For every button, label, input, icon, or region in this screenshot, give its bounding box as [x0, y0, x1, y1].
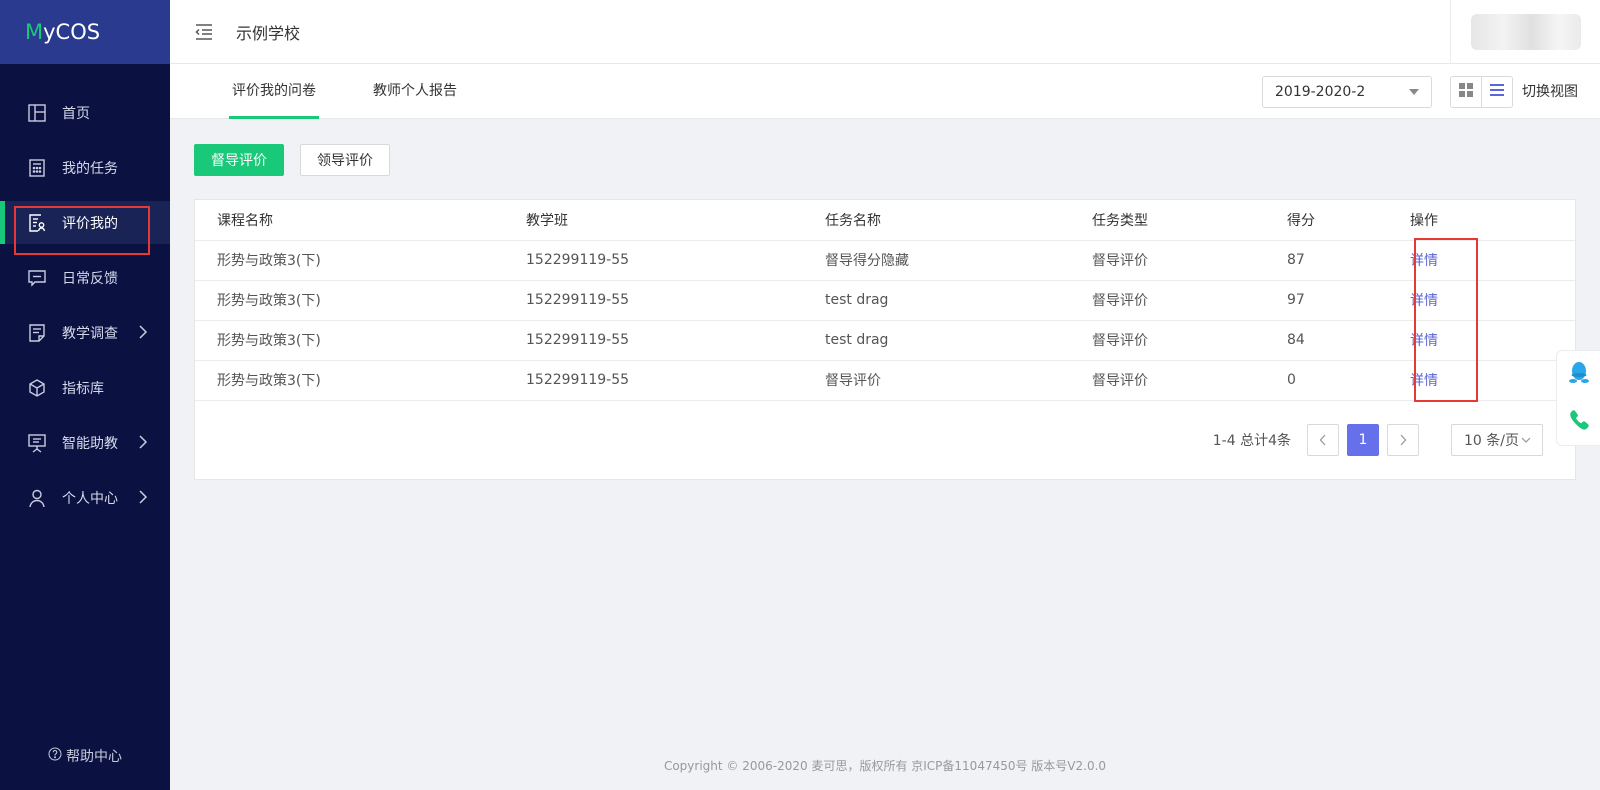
class-cell: 152299119-55: [526, 360, 825, 401]
sidebar-item-label: 我的任务: [62, 160, 118, 177]
chevron-right-icon: [134, 488, 152, 506]
score-cell: 84: [1287, 320, 1410, 361]
chevron-right-icon: [134, 323, 152, 341]
app-logo[interactable]: MyCOS: [0, 0, 170, 64]
leader-evaluation-button[interactable]: 领导评价: [300, 144, 390, 176]
sidebar-item-label: 评价我的: [62, 215, 118, 232]
tab-teacher-personal-report[interactable]: 教师个人报告: [365, 64, 465, 119]
page-number-button[interactable]: 1: [1347, 424, 1379, 456]
menu-fold-icon[interactable]: [194, 22, 214, 42]
type-cell: 督导评价: [1092, 240, 1287, 281]
pagination: 1-4 总计4条 1 10 条/页: [1213, 424, 1543, 456]
sidebar-item-my-tasks[interactable]: 我的任务: [0, 146, 170, 189]
sidebar-nav: 首页 我的任务 评价我的 日常反馈 教学调查 指标库 智能助教 个人中心: [0, 91, 170, 519]
course-cell: 形势与政策3(下): [195, 360, 526, 401]
sidebar-item-indicator-library[interactable]: 指标库: [0, 366, 170, 409]
table-header-row: 课程名称 教学班 任务名称 任务类型 得分 操作: [195, 200, 1575, 241]
class-cell: 152299119-55: [526, 240, 825, 281]
sidebar-item-label: 智能助教: [62, 435, 118, 452]
term-select[interactable]: 2019-2020-2: [1262, 76, 1432, 108]
course-cell: 形势与政策3(下): [195, 240, 526, 281]
sidebar-item-label: 个人中心: [62, 490, 118, 507]
detail-link[interactable]: 详情: [1410, 253, 1438, 269]
avatar: [1470, 14, 1581, 50]
detail-link[interactable]: 详情: [1410, 293, 1438, 309]
score-cell: 97: [1287, 280, 1410, 321]
user-menu[interactable]: [1450, 0, 1600, 64]
evaluation-table-card: 课程名称 教学班 任务名称 任务类型 得分 操作 形势与政策3(下) 15229…: [194, 199, 1576, 480]
type-cell: 督导评价: [1092, 320, 1287, 361]
tab-bar: 评价我的问卷 教师个人报告 2019-2020-2 切换视图: [170, 64, 1600, 119]
prev-page-button[interactable]: [1307, 424, 1339, 456]
table-row: 形势与政策3(下) 152299119-55 督导评价 督导评价 0 详情: [195, 360, 1575, 401]
column-header: 操作: [1410, 200, 1575, 241]
question-circle-icon: [48, 747, 62, 765]
class-cell: 152299119-55: [526, 280, 825, 321]
task-cell: test drag: [825, 320, 1092, 361]
column-header: 任务名称: [825, 200, 1092, 241]
task-cell: 督导评价: [825, 360, 1092, 401]
evaluation-icon: [26, 212, 48, 234]
column-header: 课程名称: [195, 200, 526, 241]
table-row: 形势与政策3(下) 152299119-55 test drag 督导评价 84…: [195, 320, 1575, 361]
qq-icon[interactable]: [1568, 361, 1590, 389]
column-header: 任务类型: [1092, 200, 1287, 241]
survey-icon: [26, 322, 48, 344]
score-cell: 0: [1287, 360, 1410, 401]
sidebar-item-label: 指标库: [62, 380, 104, 397]
pagination-summary: 1-4 总计4条: [1212, 433, 1291, 449]
sidebar-item-home[interactable]: 首页: [0, 91, 170, 134]
sidebar-item-label: 教学调查: [62, 325, 118, 342]
score-cell: 87: [1287, 240, 1410, 281]
sidebar-item-evaluate-me[interactable]: 评价我的: [0, 201, 170, 244]
table-row: 形势与政策3(下) 152299119-55 test drag 督导评价 97…: [195, 280, 1575, 321]
grid-view-button[interactable]: [1450, 76, 1482, 108]
presentation-icon: [26, 432, 48, 454]
sidebar: MyCOS 首页 我的任务 评价我的 日常反馈 教学调查 指标库 智能助教 个人…: [0, 0, 170, 790]
chevron-down-icon: [1521, 437, 1531, 443]
grid-icon: [1459, 83, 1473, 101]
sidebar-item-label: 日常反馈: [62, 270, 118, 287]
course-cell: 形势与政策3(下): [195, 320, 526, 361]
table-row: 形势与政策3(下) 152299119-55 督导得分隐藏 督导评价 87 详情: [195, 240, 1575, 281]
copyright-footer: Copyright © 2006-2020 麦可思，版权所有 京ICP备1104…: [663, 759, 1107, 773]
caret-down-icon: [1409, 89, 1419, 95]
help-center-link[interactable]: 帮助中心: [0, 746, 170, 766]
detail-link[interactable]: 详情: [1410, 333, 1438, 349]
next-page-button[interactable]: [1387, 424, 1419, 456]
sidebar-item-smart-assistant[interactable]: 智能助教: [0, 421, 170, 464]
type-cell: 督导评价: [1092, 280, 1287, 321]
tab-evaluate-my-questionnaire[interactable]: 评价我的问卷: [229, 64, 319, 119]
evaluation-table: 课程名称 教学班 任务名称 任务类型 得分 操作 形势与政策3(下) 15229…: [195, 200, 1575, 401]
column-header: 教学班: [526, 200, 825, 241]
type-cell: 督导评价: [1092, 360, 1287, 401]
layout-icon: [26, 102, 48, 124]
task-cell: test drag: [825, 280, 1092, 321]
sidebar-item-daily-feedback[interactable]: 日常反馈: [0, 256, 170, 299]
column-header: 得分: [1287, 200, 1410, 241]
floating-contact-panel: [1556, 350, 1600, 446]
top-header: 示例学校: [170, 0, 1600, 64]
sidebar-item-teaching-survey[interactable]: 教学调查: [0, 311, 170, 354]
chevron-right-icon: [134, 433, 152, 451]
supervisor-evaluation-button[interactable]: 督导评价: [194, 144, 284, 176]
phone-icon[interactable]: [1568, 409, 1590, 435]
sidebar-item-label: 首页: [62, 105, 90, 122]
feedback-icon: [26, 267, 48, 289]
list-icon: [1490, 83, 1504, 101]
list-view-button[interactable]: [1481, 76, 1513, 108]
class-cell: 152299119-55: [526, 320, 825, 361]
switch-view-label[interactable]: 切换视图: [1522, 76, 1578, 108]
task-cell: 督导得分隐藏: [825, 240, 1092, 281]
user-icon: [26, 487, 48, 509]
page-size-select[interactable]: 10 条/页: [1451, 424, 1543, 456]
calculator-icon: [26, 157, 48, 179]
sidebar-item-personal-center[interactable]: 个人中心: [0, 476, 170, 519]
detail-link[interactable]: 详情: [1410, 373, 1438, 389]
school-name: 示例学校: [236, 23, 301, 43]
course-cell: 形势与政策3(下): [195, 280, 526, 321]
cube-icon: [26, 377, 48, 399]
